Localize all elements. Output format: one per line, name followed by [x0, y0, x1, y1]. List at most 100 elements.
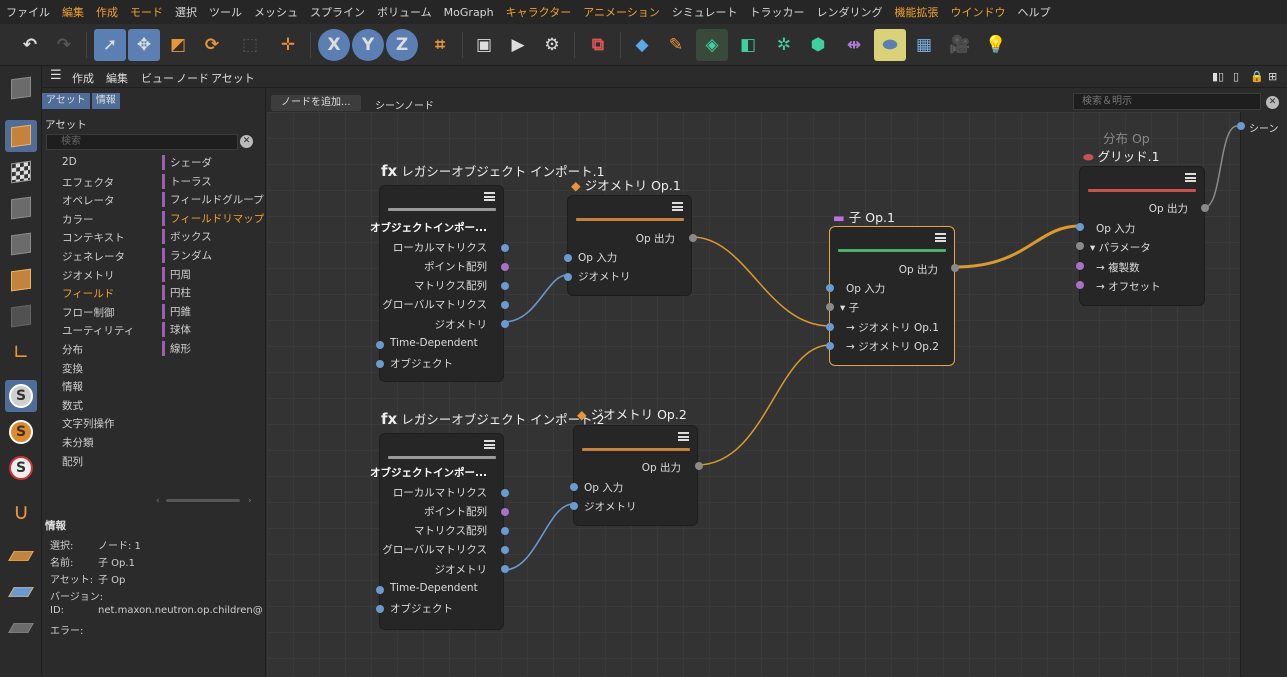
menu-item[interactable]: 選択 — [175, 4, 197, 20]
category-item[interactable]: 分布 — [62, 342, 83, 357]
category-item[interactable]: ジオメトリ — [62, 268, 115, 283]
coordinate-system-icon[interactable]: ⌗ — [424, 29, 456, 61]
clear-search-icon[interactable]: ✕ — [240, 135, 253, 148]
category-item[interactable]: エフェクタ — [62, 175, 114, 190]
field-icon[interactable]: ⬬ — [874, 29, 906, 61]
category-item[interactable]: ユーティリティ — [62, 323, 134, 338]
subcategory-item[interactable]: シェーダ — [162, 155, 212, 170]
menu-item[interactable]: モード — [130, 4, 163, 20]
category-item[interactable]: 数式 — [62, 398, 83, 413]
geometry-op-1-node[interactable]: Op 出力 Op 入力 ジオメトリ — [564, 195, 697, 296]
lock-icon[interactable]: 🔒 — [1250, 70, 1264, 83]
input-dot[interactable] — [1076, 262, 1084, 270]
clear-graph-search-icon[interactable]: ✕ — [1266, 96, 1279, 109]
category-item[interactable]: 情報 — [62, 379, 83, 394]
subdivision-icon[interactable]: ◈ — [696, 29, 728, 61]
snap-settings-icon[interactable]: S — [5, 416, 37, 448]
output-dot[interactable] — [501, 320, 509, 328]
panel-split-icon[interactable]: ▯ — [1233, 70, 1239, 83]
menu-item[interactable]: トラッカー — [750, 4, 805, 20]
output-dot[interactable] — [501, 301, 509, 309]
output-dot[interactable] — [951, 264, 959, 272]
node-menu-icon[interactable] — [672, 202, 683, 211]
category-item[interactable]: 未分類 — [62, 435, 94, 450]
y-axis-lock-icon[interactable]: Y — [352, 29, 384, 61]
bend-deformer-icon[interactable]: ⇹ — [838, 29, 870, 61]
menu-item[interactable]: レンダリング — [817, 4, 883, 20]
add-node-button[interactable]: ノードを追加... — [271, 95, 361, 111]
scroll-left-icon[interactable]: ‹ — [156, 496, 160, 506]
panel-menu-item[interactable]: アセット — [211, 70, 255, 86]
model-mode-icon[interactable] — [5, 120, 37, 152]
output-dot[interactable] — [501, 244, 509, 252]
input-dot[interactable] — [1076, 242, 1084, 250]
snap-enable-icon[interactable]: S — [5, 380, 37, 412]
panel-menu-item[interactable]: ビュー — [141, 70, 174, 86]
menu-item[interactable]: 作成 — [96, 4, 118, 20]
legacy-import-1-node[interactable]: オブジェクトインポー... ローカルマトリクス ポイント配列 マトリクス配列 グ… — [370, 185, 509, 382]
undo-icon[interactable]: ↶ — [14, 29, 46, 61]
move-tool-icon[interactable]: ✥ — [128, 29, 160, 61]
output-dot[interactable] — [1201, 204, 1209, 212]
input-dot[interactable] — [376, 341, 384, 349]
uv-mode-icon[interactable] — [5, 300, 37, 332]
tab-scene-nodes[interactable]: シーンノード — [375, 97, 434, 112]
input-dot[interactable] — [376, 586, 384, 594]
input-dot[interactable] — [570, 483, 578, 491]
output-dot[interactable] — [501, 282, 509, 290]
make-editable-icon[interactable] — [5, 72, 37, 104]
node-menu-icon[interactable] — [484, 440, 495, 449]
output-dot[interactable] — [501, 565, 509, 573]
asset-search-input[interactable]: 検索 — [46, 134, 238, 150]
axis-mode-icon[interactable]: ∟ — [5, 336, 37, 368]
menu-item[interactable]: アニメーション — [583, 4, 660, 20]
floor-icon[interactable]: ▦ — [908, 29, 940, 61]
subcategory-item[interactable]: フィールドグループ — [162, 192, 264, 208]
magnet-icon[interactable]: ∪ — [5, 496, 37, 528]
input-dot[interactable] — [826, 303, 834, 311]
input-dot[interactable] — [826, 342, 834, 350]
output-dot[interactable] — [501, 263, 509, 271]
render-picture-viewer-icon[interactable]: ▶ — [502, 29, 534, 61]
subcategory-item[interactable]: 線形 — [162, 341, 191, 356]
hamburger-icon[interactable]: ☰ — [50, 68, 62, 83]
menu-item[interactable]: メッシュ — [254, 4, 298, 20]
menu-item[interactable]: ボリューム — [377, 4, 432, 20]
node-menu-icon[interactable] — [484, 192, 495, 201]
subcategory-item[interactable]: 円錐 — [162, 303, 191, 319]
render-settings-icon[interactable]: ⚙ — [536, 29, 568, 61]
subcategory-item[interactable]: ランダム — [162, 248, 212, 263]
category-item[interactable]: 配列 — [62, 454, 83, 469]
points-mode-icon[interactable] — [5, 192, 37, 224]
horizontal-scrollbar[interactable] — [166, 499, 240, 502]
menu-item[interactable]: ウインドウ — [951, 4, 1006, 20]
menu-item[interactable]: スプライン — [310, 4, 365, 20]
category-item[interactable]: 文字列操作 — [62, 416, 115, 431]
child-op-node[interactable]: Op 出力 Op 入力 ▾ 子 → ジオメトリ Op.1 → ジオメトリ Op.… — [826, 226, 959, 366]
panel-menu-item[interactable]: 作成 — [72, 70, 94, 86]
node-menu-icon[interactable] — [935, 233, 946, 242]
subcategory-item[interactable]: 円周 — [162, 266, 191, 282]
subcategory-item[interactable]: ボックス — [162, 229, 212, 245]
light-icon[interactable]: 💡 — [980, 29, 1012, 61]
grid-node[interactable]: Op 出力 Op 入力 ▾ パラメータ → 複製数 → オフセット — [1076, 166, 1209, 306]
menu-item[interactable]: キャラクター — [506, 4, 572, 20]
subcategory-item[interactable]: フィールドリマップ — [162, 210, 264, 226]
mograph-cloner-icon[interactable]: ✲ — [768, 29, 800, 61]
extrude-icon[interactable]: ◧ — [732, 29, 764, 61]
scale-tool-icon[interactable]: ◩ — [162, 29, 194, 61]
geometry-op-2-node[interactable]: Op 出力 Op 入力 ジオメトリ — [570, 425, 703, 526]
rotate-tool-icon[interactable]: ⟳ — [196, 29, 228, 61]
category-item[interactable]: カラー — [62, 212, 94, 227]
menu-item[interactable]: 編集 — [62, 4, 84, 20]
input-dot[interactable] — [1076, 223, 1084, 231]
menu-item[interactable]: MoGraph — [444, 6, 494, 19]
redo-icon[interactable]: ↷ — [48, 29, 80, 61]
scroll-right-icon[interactable]: › — [248, 496, 252, 506]
output-dot[interactable] — [695, 462, 703, 470]
output-dot[interactable] — [689, 234, 697, 242]
spline-pen-icon[interactable]: ✎ — [660, 29, 692, 61]
z-axis-lock-icon[interactable]: Z — [386, 29, 418, 61]
panel-menu-item[interactable]: 編集 — [106, 70, 128, 86]
input-dot[interactable] — [826, 323, 834, 331]
